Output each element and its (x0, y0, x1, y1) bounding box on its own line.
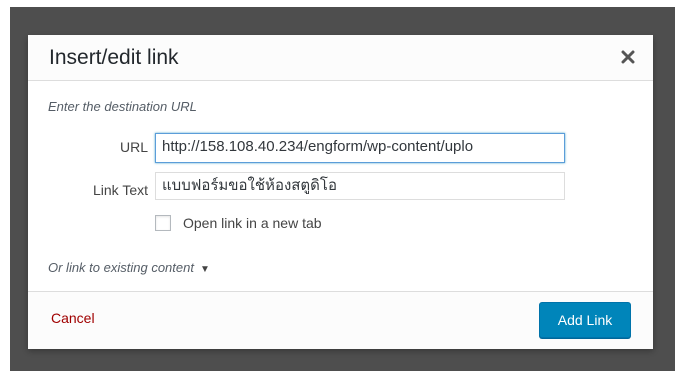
url-input[interactable]: http://158.108.40.234/engform/wp-content… (155, 133, 565, 163)
link-instructions: Enter the destination URL (48, 99, 197, 114)
new-tab-label[interactable]: Open link in a new tab (183, 215, 322, 231)
close-button[interactable] (617, 46, 639, 68)
dialog-header: Insert/edit link (28, 35, 653, 81)
url-label: URL (119, 139, 148, 155)
link-text-input[interactable]: แบบฟอร์มขอใช้ห้องสตูดิโอ (155, 172, 565, 200)
existing-content-label: Or link to existing content (48, 260, 194, 275)
add-link-button[interactable]: Add Link (539, 302, 631, 338)
existing-content-toggle[interactable]: Or link to existing content ▼ (48, 260, 210, 275)
new-tab-checkbox[interactable] (155, 215, 171, 231)
triangle-down-icon: ▼ (199, 264, 210, 275)
dialog-title: Insert/edit link (49, 46, 179, 69)
close-icon (621, 50, 635, 64)
link-text-label: Link Text (93, 182, 148, 198)
insert-edit-link-dialog: Insert/edit link Enter the destination U… (28, 35, 653, 349)
dialog-footer: Cancel Add Link (28, 291, 653, 349)
cancel-link[interactable]: Cancel (51, 310, 95, 326)
